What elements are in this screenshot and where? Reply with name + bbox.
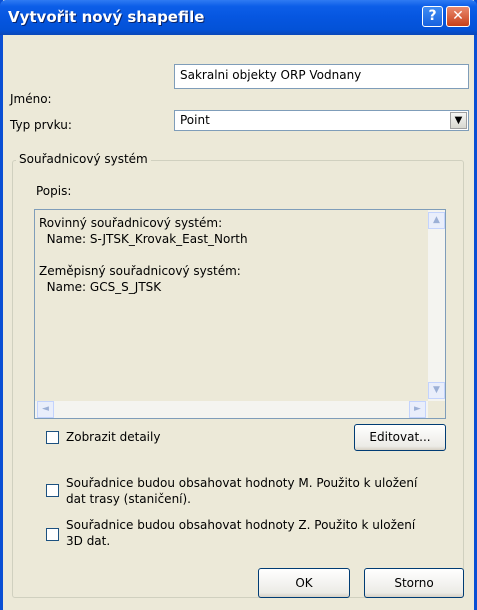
help-button[interactable]: ? [422, 6, 443, 27]
description-box[interactable]: Rovinný souřadnicový systém: Name: S-JTS… [34, 209, 446, 419]
show-details-label: Zobrazit detaily [66, 430, 161, 444]
name-input[interactable]: Sakralni objekty ORP Vodnany [174, 64, 469, 89]
vertical-scrollbar[interactable]: ▲ ▼ [428, 210, 445, 401]
scroll-down-icon[interactable]: ▼ [428, 382, 445, 399]
name-label: Jméno: [10, 92, 52, 106]
feature-type-label: Typ prvku: [10, 118, 72, 132]
ok-button[interactable]: OK [258, 568, 350, 598]
feature-type-value: Point [180, 113, 210, 127]
dropdown-arrow-icon[interactable]: ▼ [450, 112, 467, 129]
cancel-button[interactable]: Storno [364, 568, 464, 598]
edit-button[interactable]: Editovat... [354, 424, 446, 451]
show-details-checkbox[interactable] [46, 431, 59, 444]
coordinate-system-legend: Souřadnicový systém [16, 152, 151, 166]
scroll-left-icon[interactable]: ◄ [37, 401, 54, 418]
z-values-label: Souřadnice budou obsahovat hodnoty Z. Po… [66, 518, 416, 548]
scroll-up-icon[interactable]: ▲ [428, 212, 445, 229]
feature-type-select[interactable]: Point ▼ [174, 110, 469, 131]
close-button[interactable]: ✕ [446, 6, 470, 27]
z-values-checkbox[interactable] [46, 528, 59, 541]
dialog-title: Vytvořit nový shapefile [8, 8, 205, 26]
description-text: Rovinný souřadnicový systém: Name: S-JTS… [39, 216, 248, 294]
title-bar[interactable]: Vytvořit nový shapefile ? ✕ [0, 0, 477, 35]
m-values-checkbox[interactable] [46, 484, 59, 497]
m-values-label: Souřadnice budou obsahovat hodnoty M. Po… [66, 476, 418, 506]
scroll-right-icon[interactable]: ► [409, 401, 426, 418]
description-label: Popis: [36, 184, 72, 198]
horizontal-scrollbar[interactable]: ◄ ► [35, 401, 428, 418]
